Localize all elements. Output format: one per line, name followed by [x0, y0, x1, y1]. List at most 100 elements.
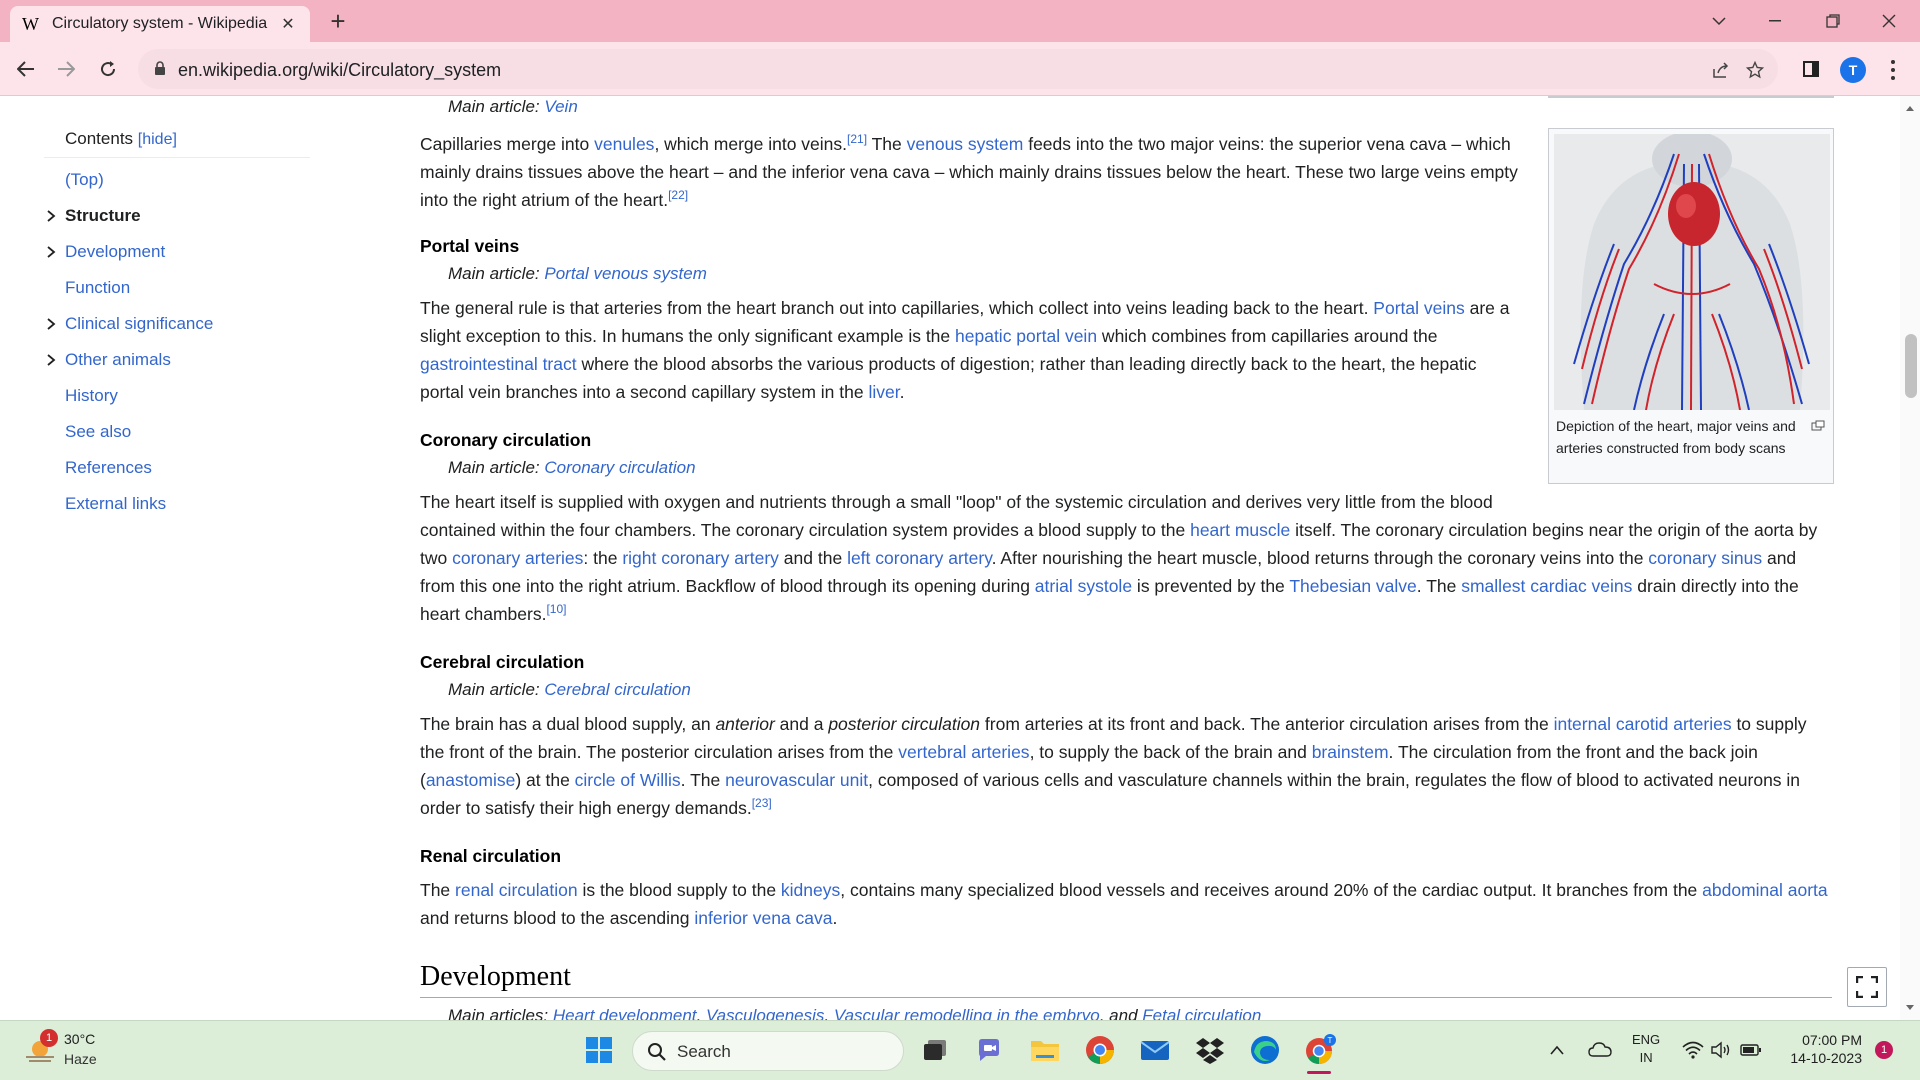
restore-button[interactable] [1810, 4, 1856, 38]
page-scrollbar[interactable] [1900, 96, 1920, 1020]
portal-venous-system-link[interactable]: Portal venous system [544, 264, 707, 283]
anastomise-link[interactable]: anastomise [426, 770, 516, 790]
vascular-remodelling-link[interactable]: Vascular remodelling in the embryo [834, 1006, 1100, 1020]
chevron-right-icon[interactable] [44, 245, 58, 259]
cerebral-circulation-link[interactable]: Cerebral circulation [544, 680, 690, 699]
mail-icon[interactable] [1138, 1033, 1172, 1067]
text-line: (anastomise) at the circle of Willis. Th… [420, 766, 1806, 794]
lock-icon[interactable] [154, 61, 166, 81]
citation-10-link[interactable]: [10] [546, 602, 566, 616]
toc-item[interactable]: References [44, 450, 334, 486]
toc-item[interactable]: Clinical significance [44, 306, 334, 342]
wifi-icon[interactable] [1682, 1041, 1704, 1059]
heart-development-link[interactable]: Heart development [553, 1006, 697, 1020]
liver-link[interactable]: liver [868, 382, 899, 402]
task-view-icon[interactable] [918, 1033, 952, 1067]
coronary-arteries-link[interactable]: coronary arteries [452, 548, 583, 568]
coronary-circulation-link[interactable]: Coronary circulation [544, 458, 695, 477]
volume-icon[interactable] [1710, 1041, 1732, 1059]
separator: , and [1099, 1006, 1143, 1020]
text-run: . After nourishing the heart muscle, blo… [991, 548, 1649, 568]
new-tab-button[interactable]: + [322, 6, 354, 38]
side-panel-icon[interactable] [1800, 58, 1822, 80]
show-hidden-icons-icon[interactable] [1550, 1045, 1564, 1055]
close-tab-icon[interactable]: ✕ [278, 14, 298, 34]
chrome-icon[interactable] [1083, 1033, 1117, 1067]
chevron-right-icon[interactable] [44, 209, 58, 223]
venules-link[interactable]: venules [594, 134, 654, 154]
citation-21-link[interactable]: [21] [847, 132, 867, 146]
toc-item[interactable]: History [44, 378, 334, 414]
abdominal-aorta-link[interactable]: abdominal aorta [1702, 880, 1828, 900]
close-window-button[interactable] [1866, 4, 1912, 38]
atrial-systole-link[interactable]: atrial systole [1035, 576, 1132, 596]
text-run: from this one into the right atrium. Bac… [420, 576, 1035, 596]
fetal-circulation-link[interactable]: Fetal circulation [1142, 1006, 1261, 1020]
left-coronary-artery-link[interactable]: left coronary artery [847, 548, 992, 568]
share-icon[interactable] [1710, 59, 1732, 81]
text-run: two [420, 548, 453, 568]
toc-hide-link[interactable]: [hide] [138, 131, 177, 148]
inferior-vena-cava-link[interactable]: inferior vena cava [694, 908, 832, 928]
tab-search-chevron-icon[interactable] [1696, 4, 1742, 38]
bookmark-star-icon[interactable] [1744, 59, 1766, 81]
back-button[interactable] [10, 53, 42, 85]
toc-item[interactable]: Development [44, 234, 334, 270]
reload-button[interactable] [92, 53, 124, 85]
battery-icon[interactable] [1740, 1043, 1762, 1057]
teams-chat-icon[interactable] [972, 1033, 1006, 1067]
fullscreen-button[interactable] [1847, 967, 1887, 1007]
coronary-sinus-link[interactable]: coronary sinus [1648, 548, 1762, 568]
vasculogenesis-link[interactable]: Vasculogenesis [706, 1006, 824, 1020]
taskbar-search[interactable]: Search [632, 1031, 904, 1071]
portal-veins-link[interactable]: Portal veins [1373, 298, 1464, 318]
browser-tab[interactable]: W Circulatory system - Wikipedia ✕ [10, 6, 310, 42]
profile-avatar[interactable]: T [1840, 57, 1866, 83]
windows-start-icon[interactable] [582, 1033, 616, 1067]
scroll-down-icon[interactable] [1905, 1004, 1915, 1012]
address-bar[interactable]: en.wikipedia.org/wiki/Circulatory_system [138, 49, 1778, 89]
right-coronary-artery-link[interactable]: right coronary artery [622, 548, 779, 568]
circulatory-system-image[interactable] [1554, 134, 1830, 410]
file-explorer-icon[interactable] [1028, 1033, 1062, 1067]
renal-circulation-link[interactable]: renal circulation [455, 880, 578, 900]
toc-item[interactable]: External links [44, 486, 334, 522]
browser-menu-icon[interactable] [1885, 56, 1901, 84]
notification-badge[interactable]: 1 [1875, 1041, 1893, 1059]
toc-item[interactable]: See also [44, 414, 334, 450]
toc-item[interactable]: Function [44, 270, 334, 306]
system-clock[interactable]: 07:00 PM 14-10-2023 [1780, 1031, 1862, 1067]
gastrointestinal-tract-link[interactable]: gastrointestinal tract [420, 354, 577, 374]
smallest-cardiac-veins-link[interactable]: smallest cardiac veins [1461, 576, 1632, 596]
onedrive-cloud-icon[interactable] [1588, 1041, 1612, 1057]
neurovascular-unit-link[interactable]: neurovascular unit [725, 770, 868, 790]
thebesian-valve-link[interactable]: Thebesian valve [1289, 576, 1416, 596]
heart-muscle-link[interactable]: heart muscle [1190, 520, 1290, 540]
toc-item[interactable]: (Top) [44, 162, 334, 198]
circle-of-willis-link[interactable]: circle of Willis [575, 770, 681, 790]
vertebral-arteries-link[interactable]: vertebral arteries [898, 742, 1029, 762]
hepatic-portal-vein-link[interactable]: hepatic portal vein [955, 326, 1097, 346]
enlarge-icon[interactable] [1811, 419, 1825, 431]
internal-carotid-arteries-link[interactable]: internal carotid arteries [1554, 714, 1732, 734]
url-text[interactable]: en.wikipedia.org/wiki/Circulatory_system [178, 60, 501, 81]
minimize-button[interactable] [1752, 4, 1798, 38]
weather-widget[interactable]: 1 30°C Haze [24, 1029, 144, 1073]
scroll-up-icon[interactable] [1905, 104, 1915, 112]
language-indicator[interactable]: ENG IN [1632, 1031, 1660, 1067]
vein-link[interactable]: Vein [544, 97, 577, 116]
edge-icon[interactable] [1248, 1033, 1282, 1067]
chevron-right-icon[interactable] [44, 353, 58, 367]
dropbox-icon[interactable] [1193, 1033, 1227, 1067]
toc-item[interactable]: Other animals [44, 342, 334, 378]
chrome-profile-icon[interactable]: T [1303, 1033, 1337, 1074]
kidneys-link[interactable]: kidneys [781, 880, 840, 900]
venous-system-link[interactable]: venous system [907, 134, 1024, 154]
brainstem-link[interactable]: brainstem [1312, 742, 1389, 762]
scrollbar-thumb[interactable] [1905, 334, 1917, 398]
toc-item[interactable]: Structure [44, 198, 334, 234]
forward-button[interactable] [50, 53, 82, 85]
citation-23-link[interactable]: [23] [752, 796, 772, 810]
chevron-right-icon[interactable] [44, 317, 58, 331]
citation-22-link[interactable]: [22] [668, 188, 688, 202]
